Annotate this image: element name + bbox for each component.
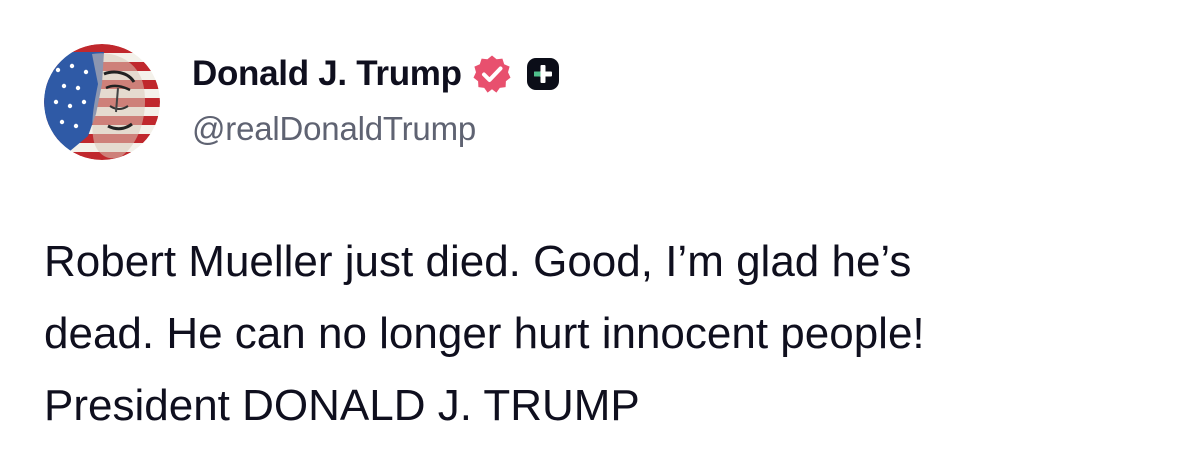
post-text-line: President DONALD J. TRUMP: [44, 381, 640, 430]
avatar[interactable]: [44, 44, 160, 160]
plus-badge-icon: [526, 57, 560, 91]
post-card: Donald J. Trump @realDonaldTrump Robert …: [0, 0, 1200, 472]
post-text-line: dead. He can no longer hurt innocent peo…: [44, 309, 925, 358]
post-text: Robert Mueller just died. Good, I’m glad…: [44, 226, 1164, 442]
display-name[interactable]: Donald J. Trump: [192, 54, 462, 94]
flag-portrait-avatar-icon: [44, 44, 160, 160]
username-handle[interactable]: @realDonaldTrump: [192, 110, 476, 148]
verified-badge-icon: [472, 54, 512, 94]
post-text-line: Robert Mueller just died. Good, I’m glad…: [44, 237, 912, 286]
author-row: Donald J. Trump: [192, 52, 560, 96]
